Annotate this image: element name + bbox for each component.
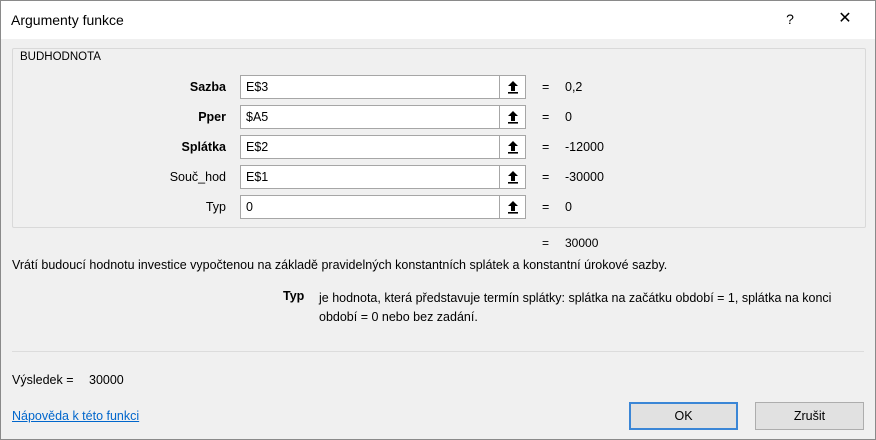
collapse-dialog-icon	[507, 201, 518, 214]
ok-button[interactable]: OK	[629, 402, 738, 430]
title-bar: Argumenty funkce ? ✕	[1, 1, 875, 39]
collapse-dialog-button[interactable]	[500, 105, 526, 129]
argument-equals: =	[542, 170, 550, 184]
function-arguments-dialog: Argumenty funkce ? ✕ BUDHODNOTA Sazba E$3…	[0, 0, 876, 440]
argument-label: Souč_hod	[169, 170, 226, 184]
function-description: Vrátí budoucí hodnotu investice vypočten…	[12, 258, 668, 272]
argument-value: -30000	[565, 170, 604, 184]
close-button[interactable]: ✕	[833, 7, 857, 31]
function-name: BUDHODNOTA	[20, 51, 101, 63]
argument-label: Pper	[198, 110, 226, 124]
argument-equals: =	[542, 110, 550, 124]
collapse-dialog-icon	[507, 171, 518, 184]
argument-input[interactable]: E$2	[240, 135, 500, 159]
argument-equals: =	[542, 140, 550, 154]
argument-value: 0	[565, 200, 572, 214]
argument-label: Typ	[205, 200, 226, 214]
argument-equals: =	[542, 80, 550, 94]
cancel-button[interactable]: Zrušit	[755, 402, 864, 430]
collapse-dialog-button[interactable]	[500, 75, 526, 99]
help-button[interactable]: ?	[779, 7, 801, 31]
collapse-dialog-button[interactable]	[500, 165, 526, 189]
argument-label: Sazba	[189, 80, 226, 94]
argument-value: -12000	[565, 140, 604, 154]
result-value: 30000	[89, 373, 124, 387]
argument-help-text: je hodnota, která představuje termín spl…	[319, 291, 832, 324]
argument-value: 0	[565, 110, 572, 124]
result-label: Výsledek =	[12, 373, 74, 387]
argument-help-name: Typ	[283, 289, 305, 303]
argument-input[interactable]: E$3	[240, 75, 500, 99]
collapse-dialog-icon	[507, 81, 518, 94]
help-link[interactable]: Nápověda k této funkci	[12, 409, 139, 423]
formula-result-value: 30000	[565, 236, 599, 250]
argument-input[interactable]: 0	[240, 195, 500, 219]
collapse-dialog-button[interactable]	[500, 135, 526, 159]
dialog-title: Argumenty funkce	[11, 12, 124, 28]
argument-input[interactable]: E$1	[240, 165, 500, 189]
argument-label: Splátka	[181, 140, 226, 154]
argument-value: 0,2	[565, 80, 583, 94]
argument-input[interactable]: $A5	[240, 105, 500, 129]
divider	[12, 351, 864, 352]
collapse-dialog-button[interactable]	[500, 195, 526, 219]
collapse-dialog-icon	[507, 111, 518, 124]
formula-result-equals: =	[542, 236, 550, 250]
collapse-dialog-icon	[507, 141, 518, 154]
argument-equals: =	[542, 200, 550, 214]
